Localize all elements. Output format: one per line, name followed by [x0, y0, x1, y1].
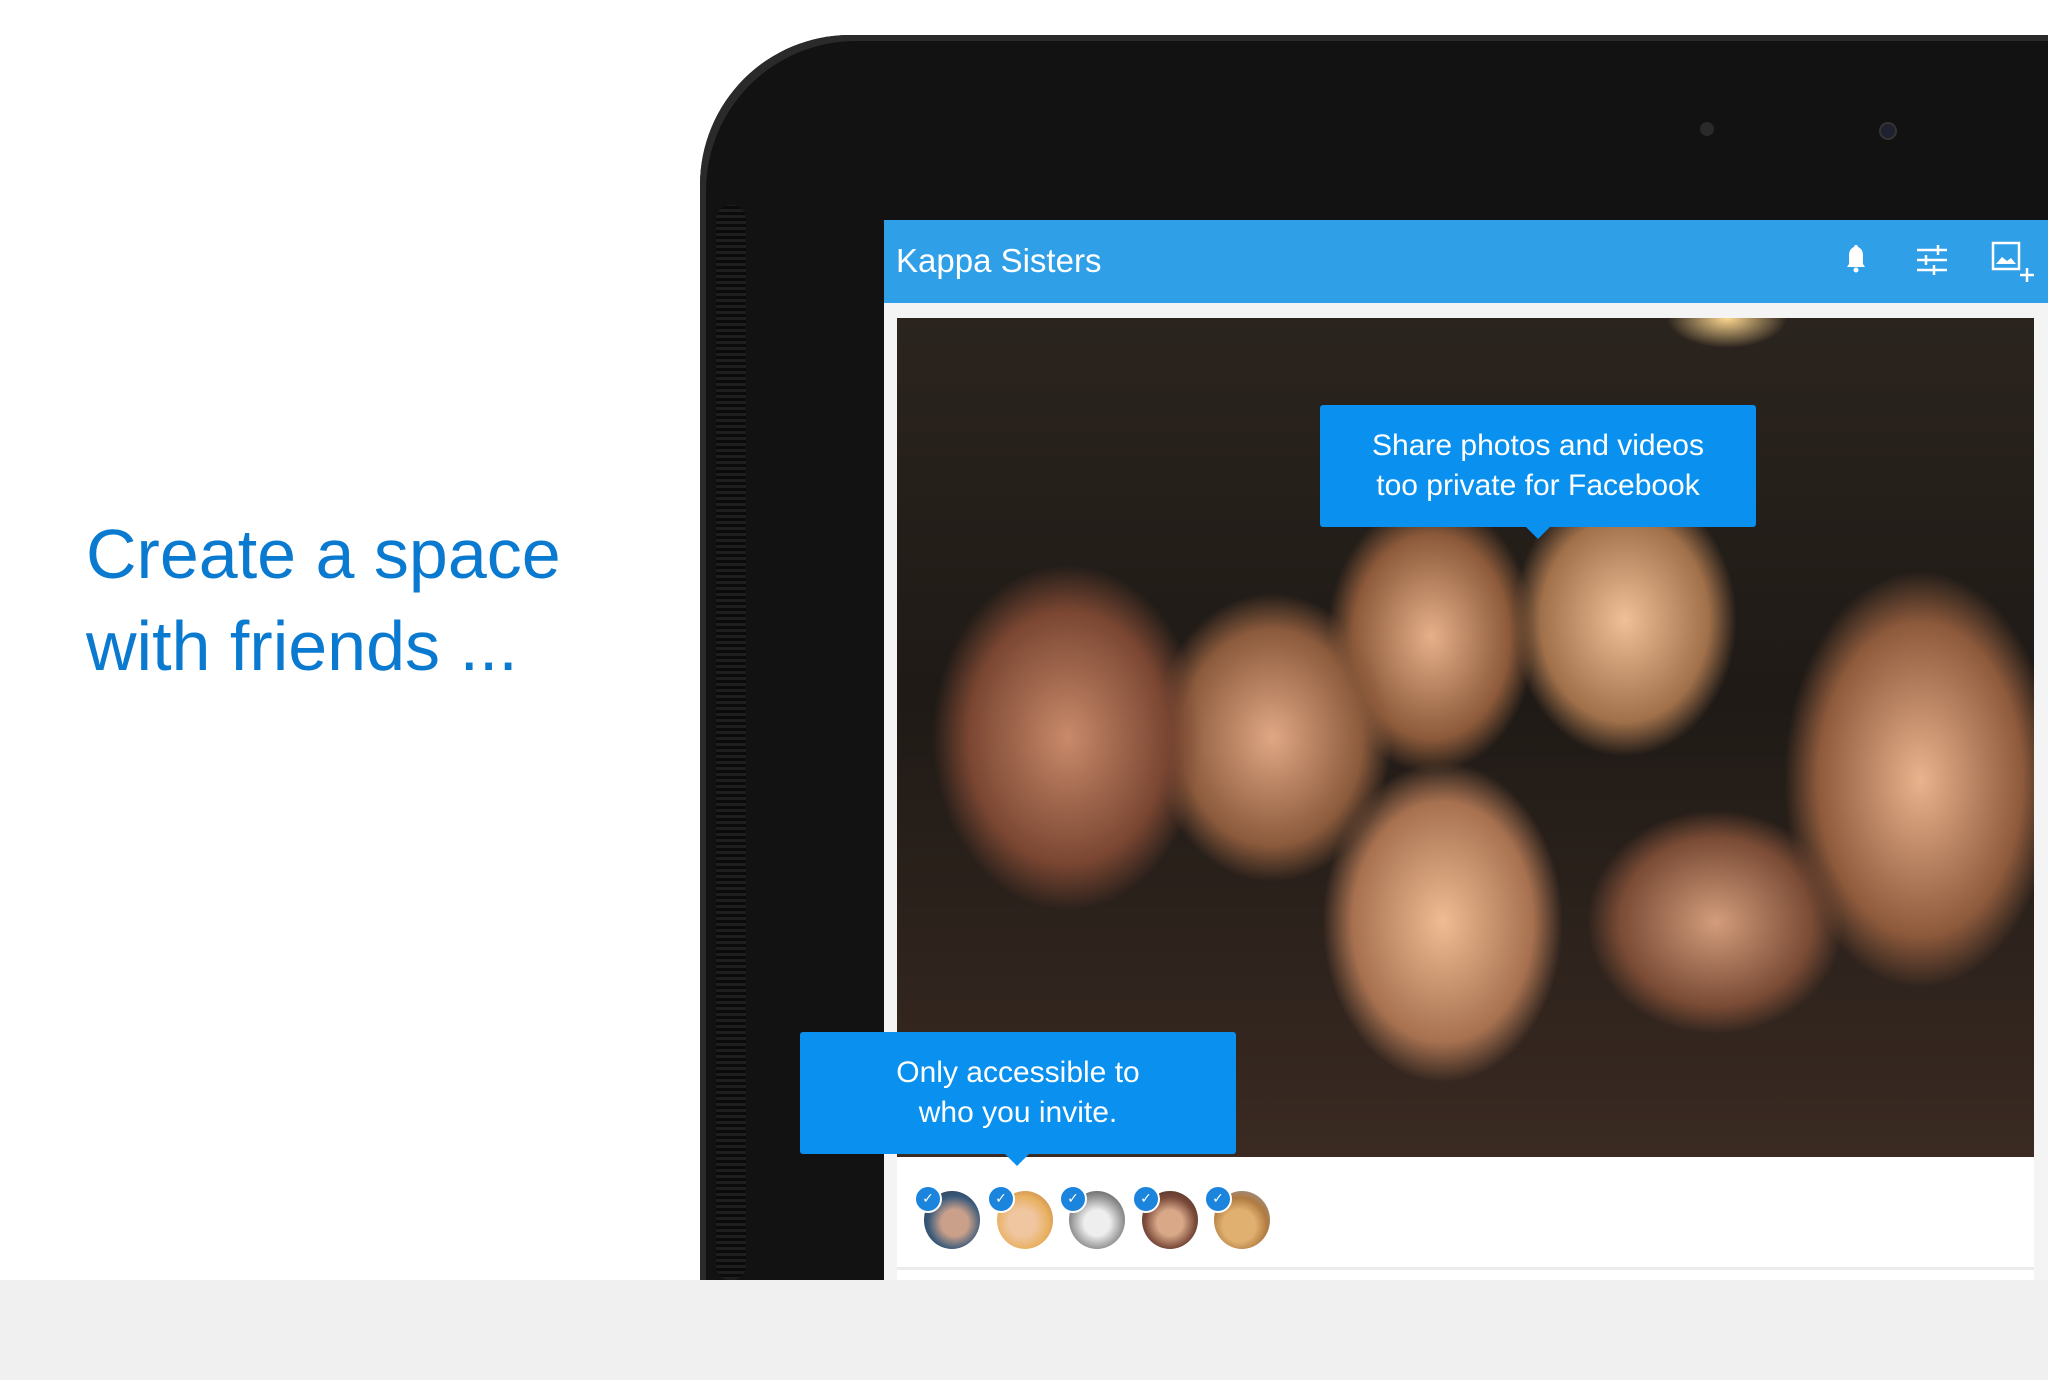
callout-share-line-2: too private for Facebook: [1376, 469, 1700, 502]
check-icon: ✓: [914, 1185, 942, 1213]
member-avatars-row: ✓ ✓ ✓ ✓ ✓: [897, 1157, 2034, 1270]
member-avatar[interactable]: ✓: [1204, 1185, 1270, 1249]
check-icon: ✓: [1204, 1185, 1232, 1213]
comment-row: ❤: [897, 1270, 2034, 1326]
camera-icon: [1879, 122, 1897, 140]
sliders-icon[interactable]: [1912, 240, 1952, 280]
add-photo-icon[interactable]: [1990, 240, 2036, 286]
member-avatar[interactable]: ✓: [1132, 1185, 1198, 1249]
callout-private-line-2: who you invite.: [918, 1096, 1118, 1129]
footer-band: [0, 1280, 2048, 1380]
group-title: Kappa Sisters: [896, 242, 1102, 279]
headline-line-1: Create a space: [86, 515, 561, 593]
member-avatar[interactable]: ✓: [987, 1185, 1053, 1249]
headline: Create a space with friends ...: [86, 508, 561, 692]
speaker-grille: [716, 205, 746, 1280]
member-avatar[interactable]: ✓: [914, 1185, 980, 1249]
headline-line-2: with friends ...: [86, 607, 518, 685]
member-avatar[interactable]: ✓: [1059, 1185, 1125, 1249]
check-icon: ✓: [1059, 1185, 1087, 1213]
callout-share-private: Share photos and videos too private for …: [1320, 405, 1756, 539]
check-icon: ✓: [987, 1185, 1015, 1213]
sensor-icon: [1700, 122, 1714, 136]
bell-icon[interactable]: [1836, 240, 1876, 280]
app-bar: Kappa Sisters: [884, 220, 2048, 303]
callout-private-line-1: Only accessible to: [896, 1056, 1140, 1089]
callout-share-line-1: Share photos and videos: [1372, 429, 1704, 462]
check-icon: ✓: [1132, 1185, 1160, 1213]
callout-invite-only: Only accessible to who you invite.: [800, 1032, 1236, 1166]
